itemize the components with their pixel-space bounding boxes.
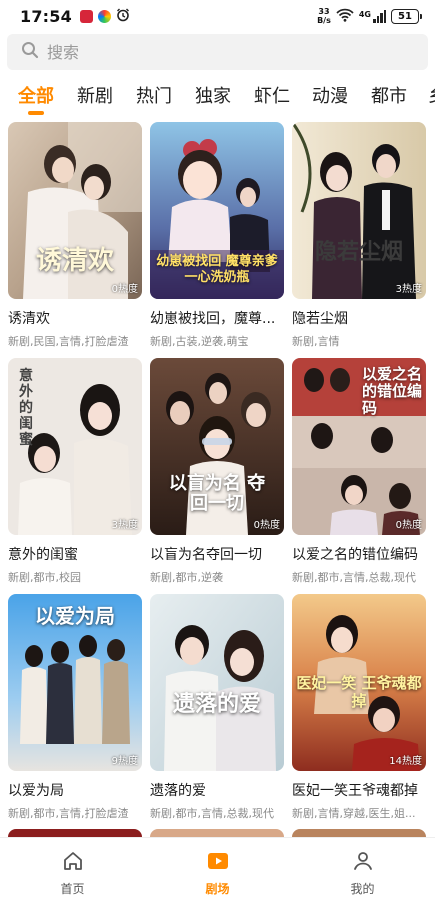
drama-tags: 新剧,言情,穿越,医生,姐... bbox=[292, 807, 416, 820]
drama-title[interactable]: 遗落的爱 bbox=[150, 780, 284, 800]
tab-rural[interactable]: 乡 bbox=[428, 82, 435, 108]
drama-title[interactable]: 医妃一笑王爷魂都掉 bbox=[292, 780, 426, 800]
nav-profile[interactable]: 我的 bbox=[290, 838, 435, 897]
drama-tags: 新剧,都市,言情,总裁,现代 bbox=[150, 807, 274, 820]
drama-card[interactable]: 隐若尘烟 3热度 隐若尘烟 新剧,言情 bbox=[292, 122, 426, 349]
drama-poster[interactable]: 诱清欢 0热度 bbox=[8, 122, 142, 299]
drama-title[interactable]: 以爱之名的错位编码 bbox=[292, 544, 426, 564]
signal-icon: 4G bbox=[359, 9, 386, 23]
drama-poster[interactable]: 隐若尘烟 3热度 bbox=[292, 122, 426, 299]
drama-title[interactable]: 隐若尘烟 bbox=[292, 308, 426, 328]
drama-card[interactable]: 以盲为名 夺回一切 0热度 以盲为名夺回一切 新剧,都市,逆袭 bbox=[150, 358, 284, 585]
drama-card[interactable]: 幼崽被找回 魔尊亲爹一心洗奶瓶 幼崽被找回，魔尊... 新剧,古装,逆袭,萌宝 bbox=[150, 122, 284, 349]
drama-poster[interactable]: 以盲为名 夺回一切 0热度 bbox=[150, 358, 284, 535]
drama-title[interactable]: 意外的闺蜜 bbox=[8, 544, 142, 564]
drama-tags: 新剧,都市,逆袭 bbox=[150, 571, 223, 584]
heat-badge: 3热度 bbox=[395, 284, 422, 295]
drama-card[interactable]: 以爱之名的错位编码 0热度 以爱之名的错位编码 新剧,都市,言情,总裁,现代 bbox=[292, 358, 426, 585]
play-icon bbox=[207, 850, 229, 876]
drama-card[interactable]: 遗落的爱 遗落的爱 新剧,都市,言情,总裁,现代 bbox=[150, 594, 284, 821]
drama-poster[interactable]: 以爱之名的错位编码 0热度 bbox=[292, 358, 426, 535]
tab-new[interactable]: 新剧 bbox=[77, 82, 113, 108]
profile-icon bbox=[352, 850, 374, 876]
tab-anime[interactable]: 动漫 bbox=[312, 82, 348, 108]
drama-poster[interactable]: 以爱为局 9热度 bbox=[8, 594, 142, 771]
heat-badge: 3热度 bbox=[111, 520, 138, 531]
nav-home[interactable]: 首页 bbox=[0, 838, 145, 897]
app-notification-icon bbox=[97, 9, 111, 23]
drama-tags: 新剧,都市,校园 bbox=[8, 571, 81, 584]
drama-card[interactable]: 意外的闺蜜 3热度 意外的闺蜜 新剧,都市,校园 bbox=[8, 358, 142, 585]
bottom-nav: 首页 剧场 我的 bbox=[0, 838, 435, 897]
active-tab-indicator bbox=[28, 111, 44, 115]
heat-badge: 9热度 bbox=[111, 756, 138, 767]
nav-label: 我的 bbox=[350, 882, 375, 896]
drama-card[interactable]: 医妃一笑 王爷魂都掉 14热度 医妃一笑王爷魂都掉 新剧,言情,穿越,医生,姐.… bbox=[292, 594, 426, 821]
drama-title[interactable]: 以爱为局 bbox=[8, 780, 142, 800]
drama-title[interactable]: 以盲为名夺回一切 bbox=[150, 544, 284, 564]
heat-badge: 0热度 bbox=[111, 284, 138, 295]
drama-tags: 新剧,言情 bbox=[292, 335, 340, 348]
battery-indicator: 51 bbox=[391, 8, 422, 24]
tab-shrimp[interactable]: 虾仁 bbox=[254, 82, 290, 108]
category-tabs: 全部 新剧 热门 独家 虾仁 动漫 都市 乡 bbox=[0, 76, 435, 118]
search-icon bbox=[21, 41, 39, 63]
heat-badge: 14热度 bbox=[389, 756, 422, 767]
drama-card[interactable]: 以爱为局 9热度 以爱为局 新剧,都市,言情,打脸虐渣 bbox=[8, 594, 142, 821]
nav-label: 剧场 bbox=[205, 882, 230, 896]
heat-badge: 0热度 bbox=[253, 520, 280, 531]
drama-poster[interactable]: 幼崽被找回 魔尊亲爹一心洗奶瓶 bbox=[150, 122, 284, 299]
drama-poster[interactable]: 医妃一笑 王爷魂都掉 14热度 bbox=[292, 594, 426, 771]
drama-tags: 新剧,都市,言情,打脸虐渣 bbox=[8, 807, 129, 820]
drama-poster[interactable]: 意外的闺蜜 3热度 bbox=[8, 358, 142, 535]
network-speed: 33 B/s bbox=[317, 7, 331, 25]
heat-badge: 0热度 bbox=[395, 520, 422, 531]
drama-tags: 新剧,都市,言情,总裁,现代 bbox=[292, 571, 416, 584]
nav-label: 首页 bbox=[60, 882, 85, 896]
status-bar: 17:54 33 B/s 4G 51 bbox=[0, 0, 435, 32]
drama-poster[interactable]: 遗落的爱 bbox=[150, 594, 284, 771]
alarm-icon bbox=[116, 7, 130, 26]
search-input[interactable] bbox=[47, 42, 407, 62]
tab-exclusive[interactable]: 独家 bbox=[195, 82, 231, 108]
home-icon bbox=[62, 850, 84, 876]
drama-tags: 新剧,古装,逆袭,萌宝 bbox=[150, 335, 249, 348]
drama-title[interactable]: 幼崽被找回，魔尊... bbox=[150, 308, 284, 328]
drama-tags: 新剧,民国,言情,打脸虐渣 bbox=[8, 335, 129, 348]
tab-hot[interactable]: 热门 bbox=[136, 82, 172, 108]
tab-urban[interactable]: 都市 bbox=[371, 82, 407, 108]
wifi-icon bbox=[336, 8, 354, 25]
drama-title[interactable]: 诱清欢 bbox=[8, 308, 142, 328]
tab-all[interactable]: 全部 bbox=[18, 82, 54, 108]
app-notification-icon bbox=[79, 9, 93, 23]
status-time: 17:54 bbox=[20, 6, 72, 26]
drama-card[interactable]: 诱清欢 0热度 诱清欢 新剧,民国,言情,打脸虐渣 bbox=[8, 122, 142, 349]
search-bar[interactable] bbox=[7, 34, 428, 70]
nav-theater[interactable]: 剧场 bbox=[145, 838, 290, 897]
